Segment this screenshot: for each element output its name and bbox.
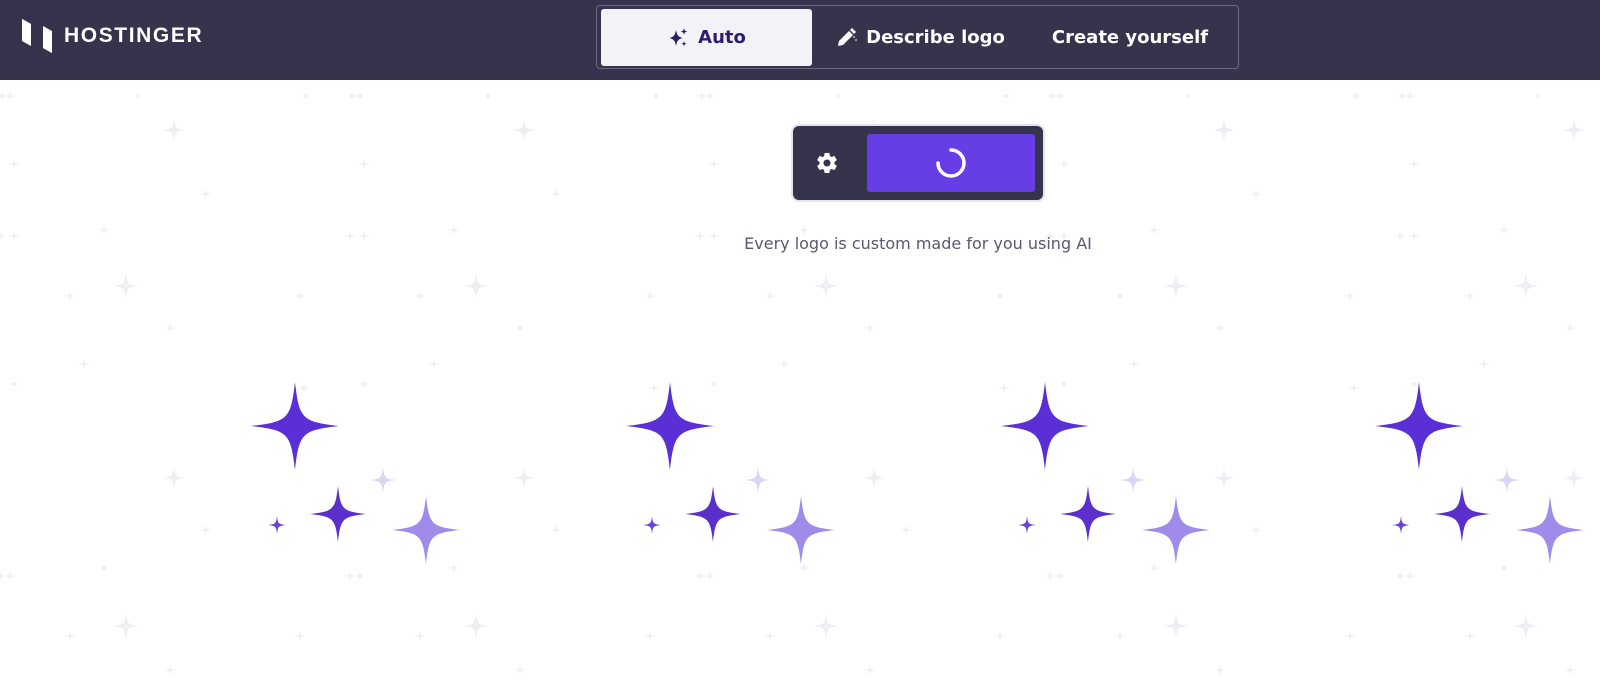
cluster-sparkle <box>1375 382 1463 470</box>
cluster-sparkle <box>1392 516 1410 534</box>
cluster-sparkle <box>1001 382 1089 470</box>
hostinger-logo[interactable]: HOSTINGER <box>22 19 203 53</box>
sparkles-icon <box>669 27 688 47</box>
cluster-sparkle <box>767 496 835 564</box>
cluster-sparkle <box>1494 467 1520 493</box>
cluster-sparkle <box>643 516 661 534</box>
cluster-sparkle <box>268 516 286 534</box>
tab-describe-logo-label: Describe logo <box>866 27 1005 48</box>
tab-create-yourself[interactable]: Create yourself <box>1027 9 1233 66</box>
cluster-sparkle <box>370 467 396 493</box>
top-navigation-bar: HOSTINGER Auto Describe logo Create your… <box>0 0 1600 80</box>
cluster-sparkle <box>745 467 771 493</box>
tab-create-yourself-label: Create yourself <box>1051 27 1209 48</box>
cluster-sparkle <box>310 486 366 542</box>
cluster-sparkle <box>1018 516 1036 534</box>
cluster-sparkle <box>1120 467 1146 493</box>
cluster-sparkle <box>1142 496 1210 564</box>
mode-tabs: Auto Describe logo Create yourself <box>596 5 1239 69</box>
sparkle-clusters <box>251 382 1584 564</box>
tab-auto-label: Auto <box>698 27 746 48</box>
tab-describe-logo[interactable]: Describe logo <box>815 9 1025 66</box>
pencil-icon <box>838 27 858 46</box>
cluster-sparkle <box>392 496 460 564</box>
hostinger-mark-icon <box>22 19 52 53</box>
cluster-sparkle <box>1434 486 1490 542</box>
cluster-sparkle <box>1516 496 1584 564</box>
cluster-sparkle <box>685 486 741 542</box>
cluster-sparkle <box>626 382 714 470</box>
tab-auto[interactable]: Auto <box>601 9 812 66</box>
brand-name: HOSTINGER <box>64 24 204 47</box>
cluster-sparkle <box>1060 486 1116 542</box>
cluster-sparkle <box>251 382 339 470</box>
